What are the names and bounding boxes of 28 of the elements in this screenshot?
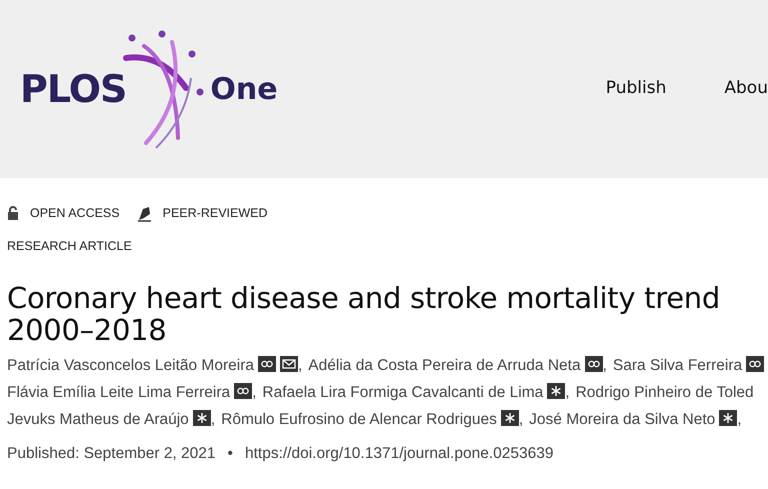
author-name[interactable]: Adélia da Costa Pereira de Arruda Neta bbox=[308, 356, 581, 374]
logo[interactable]: PLOS One bbox=[20, 28, 278, 150]
author-name[interactable]: Patrícia Vasconcelos Leitão Moreira bbox=[7, 356, 254, 374]
author-name[interactable]: Flávia Emília Leite Lima Ferreira bbox=[7, 384, 230, 400]
pen-nib-icon bbox=[136, 204, 152, 222]
publish-date: Published: September 2, 2021 bbox=[7, 444, 216, 464]
article-title: Coronary heart disease and stroke mortality trend 2000–2018 bbox=[7, 282, 721, 346]
article-type: RESEARCH ARTICLE bbox=[7, 238, 133, 255]
doi-link[interactable]: https://doi.org/10.1371/journal.pone.0253639 bbox=[244, 442, 554, 465]
nav-link[interactable]: Publish bbox=[606, 76, 666, 102]
comma: , bbox=[602, 356, 607, 374]
comma: , bbox=[298, 356, 302, 374]
author-name[interactable]: Jevuks Matheus de Araújo bbox=[7, 410, 189, 428]
comma: , bbox=[252, 384, 256, 400]
comma: , bbox=[737, 410, 742, 428]
nav-link[interactable]: Abou bbox=[724, 76, 768, 102]
comma: , bbox=[518, 410, 524, 428]
comma: , bbox=[565, 384, 570, 400]
bullet: • bbox=[228, 444, 233, 464]
tag-label: PEER-REVIEWED bbox=[162, 205, 268, 222]
author-name[interactable]: José Moreira da Silva Neto bbox=[529, 410, 716, 428]
tag-label: OPEN ACCESS bbox=[30, 205, 120, 222]
author-name[interactable]: Rômulo Eufrosino de Alencar Rodrigues bbox=[221, 410, 497, 428]
comma: , bbox=[210, 410, 216, 428]
author-name[interactable]: Rafaela Lira Formiga Cavalcanti de Lima bbox=[262, 384, 544, 400]
author-name[interactable]: Rodrigo Pinheiro de Toled bbox=[576, 384, 754, 400]
padlock-icon bbox=[7, 206, 19, 220]
author-name[interactable]: Sara Silva Ferreira bbox=[612, 356, 742, 374]
